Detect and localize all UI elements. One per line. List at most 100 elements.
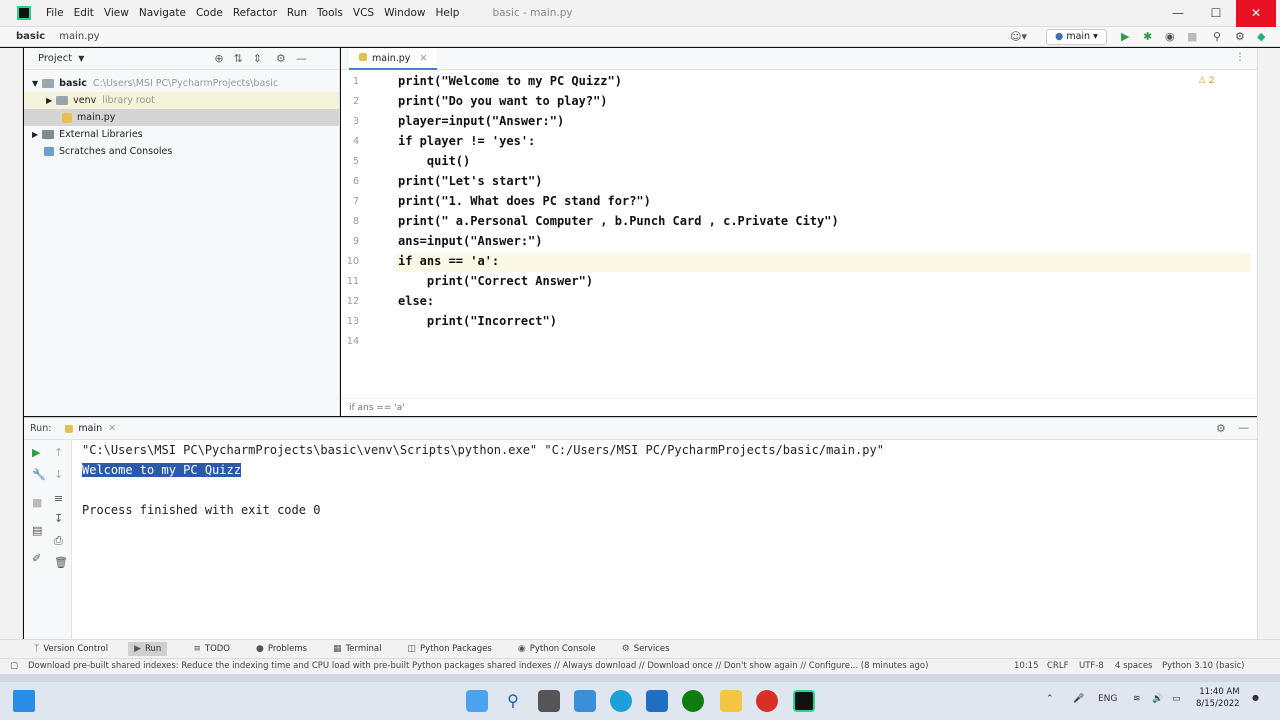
menu-run[interactable]: Run	[282, 0, 312, 27]
plugin-icon[interactable]: ◆	[1257, 30, 1265, 43]
code-line[interactable]: print("Incorrect")	[398, 314, 557, 328]
debug-icon[interactable]: ✱	[1143, 30, 1152, 43]
warnings-badge[interactable]: ⚠ 2	[1198, 76, 1215, 86]
code-line[interactable]: quit()	[398, 154, 470, 168]
menu-tools[interactable]: Tools	[312, 0, 348, 27]
minimize-icon[interactable]: —	[1158, 0, 1198, 27]
tool-tab-version-control[interactable]: ᛉ Version Control	[34, 644, 108, 654]
tool-tab-run[interactable]: ▶ Run	[128, 642, 168, 656]
tool-tab-python-packages[interactable]: ◫ Python Packages	[407, 644, 491, 654]
code-line[interactable]: ans=input("Answer:")	[398, 234, 543, 248]
breadcrumb-project[interactable]: basic	[0, 31, 45, 42]
explorer-window-icon[interactable]	[574, 690, 596, 712]
rerun-icon[interactable]: ▶	[32, 446, 40, 459]
notification-count[interactable]: ●	[1252, 693, 1259, 702]
tool-tab-python-console[interactable]: ◉ Python Console	[518, 644, 596, 654]
menu-help[interactable]: Help	[431, 0, 465, 27]
menu-vcs[interactable]: VCS	[348, 0, 379, 27]
run-icon[interactable]: ▶	[1121, 30, 1129, 43]
code-line[interactable]: print("Let's start")	[398, 174, 543, 188]
status-line-separator[interactable]: CRLF	[1047, 661, 1068, 671]
language-indicator[interactable]: ENG	[1098, 694, 1117, 704]
pycharm-taskbar-icon[interactable]	[793, 690, 815, 712]
menu-edit[interactable]: Edit	[69, 0, 99, 27]
stop-icon[interactable]: ■	[1187, 30, 1197, 43]
search-icon[interactable]: ⚲	[1213, 30, 1221, 43]
close-icon[interactable]: ✕	[1236, 0, 1276, 27]
volume-icon[interactable]: 🔊	[1152, 694, 1163, 704]
expand-chevron-icon[interactable]: ▼	[32, 79, 38, 88]
maximize-icon[interactable]: ☐	[1196, 0, 1236, 27]
status-encoding[interactable]: UTF-8	[1079, 661, 1104, 671]
taskbar-search-icon[interactable]: ⚲	[502, 690, 524, 712]
code-line[interactable]: if player != 'yes':	[398, 134, 535, 148]
microphone-icon[interactable]: 🎤	[1073, 694, 1084, 704]
stop-run-icon[interactable]: ■	[32, 496, 42, 509]
tool-tab-todo[interactable]: ≡ TODO	[193, 644, 230, 654]
tab-main-py[interactable]: main.py ✕	[349, 48, 438, 70]
panel-settings-icon[interactable]: ⚙	[276, 52, 286, 65]
tray-chevron-icon[interactable]: ⌃	[1046, 694, 1054, 704]
status-interpreter[interactable]: Python 3.10 (basic)	[1162, 661, 1245, 671]
coverage-icon[interactable]: ◉	[1165, 30, 1175, 43]
settings-gear-icon[interactable]: ⚙	[1235, 30, 1245, 43]
print-icon[interactable]: ⎙	[54, 534, 63, 548]
tree-row-external-libraries[interactable]: ▶ External Libraries	[24, 126, 339, 143]
run-tab-main[interactable]: main ✕	[65, 423, 116, 434]
tab-close-icon[interactable]: ✕	[419, 53, 427, 64]
scroll-down-icon[interactable]: ↓	[54, 468, 63, 481]
code-line[interactable]: if ans == 'a':	[398, 254, 499, 268]
editor-breadcrumb[interactable]: if ans == 'a'	[341, 398, 1257, 416]
pin-icon[interactable]: ✐	[32, 552, 41, 565]
code-line[interactable]: print("Welcome to my PC Quizz")	[398, 74, 622, 88]
trash-icon[interactable]: 🗑	[54, 556, 68, 569]
code-editor[interactable]: main.py ✕ ⋮ ⚠ 2 1 2 3 4 5 6 7 8 9 10 11 12 13 14 prin…	[341, 48, 1257, 416]
scroll-up-icon[interactable]: ↑	[54, 446, 63, 459]
run-config-select[interactable]: ● main ▾	[1046, 29, 1107, 45]
menu-view[interactable]: View	[99, 0, 134, 27]
run-hide-icon[interactable]: —	[1238, 421, 1249, 434]
wrench-icon[interactable]: 🔧	[32, 468, 46, 481]
collapse-all-icon[interactable]: ⇅	[234, 52, 243, 65]
menu-refactor[interactable]: Refactor	[228, 0, 282, 27]
tree-row-main-py[interactable]: main.py	[24, 109, 339, 126]
task-view-icon[interactable]	[538, 690, 560, 712]
windows-start-icon[interactable]	[13, 690, 35, 712]
tree-row-scratches[interactable]: Scratches and Consoles	[24, 143, 339, 160]
tree-row-venv[interactable]: ▶ venv library root	[24, 92, 339, 109]
code-line[interactable]: player=input("Answer:")	[398, 114, 564, 128]
run-settings-icon[interactable]: ⚙	[1216, 422, 1226, 435]
tool-tab-terminal[interactable]: ▦ Terminal	[333, 644, 381, 654]
code-line[interactable]: print("1. What does PC stand for?")	[398, 194, 651, 208]
code-line[interactable]: else:	[398, 294, 434, 308]
status-indent[interactable]: 4 spaces	[1115, 661, 1152, 671]
menu-file[interactable]: File	[41, 0, 69, 27]
more-tabs-icon[interactable]: ⋮	[1235, 52, 1245, 63]
tree-row-root[interactable]: ▼ basic C:\Users\MSI PC\PycharmProjects\…	[24, 75, 339, 92]
menu-navigate[interactable]: Navigate	[134, 0, 191, 27]
chevron-down-icon[interactable]: ▼	[78, 54, 84, 63]
collapse-chevron-icon[interactable]: ▶	[32, 130, 38, 139]
tool-tab-services[interactable]: ⚙ Services	[622, 644, 670, 654]
file-explorer-icon[interactable]	[720, 690, 742, 712]
project-panel-title[interactable]: Project	[38, 53, 72, 64]
store-icon[interactable]	[646, 690, 668, 712]
user-icon[interactable]: ☺▾	[1010, 30, 1027, 43]
hide-panel-icon[interactable]: —	[296, 52, 307, 65]
menu-window[interactable]: Window	[379, 0, 430, 27]
status-caret-position[interactable]: 10:15	[1014, 661, 1039, 671]
widgets-icon[interactable]	[466, 690, 488, 712]
wifi-icon[interactable]: ≋	[1133, 694, 1141, 704]
code-line[interactable]: print("Correct Answer")	[398, 274, 593, 288]
status-toggle-icon[interactable]: ▢	[10, 661, 18, 671]
scroll-to-end-icon[interactable]: ↧	[54, 512, 63, 525]
menu-code[interactable]: Code	[191, 0, 228, 27]
locate-icon[interactable]: ⊕	[214, 52, 223, 65]
breadcrumb-file[interactable]: main.py	[45, 31, 99, 42]
layout-icon[interactable]: ▤	[32, 524, 42, 537]
run-tab-close-icon[interactable]: ✕	[108, 423, 116, 434]
edge-browser-icon[interactable]	[610, 690, 632, 712]
tool-tab-problems[interactable]: ● Problems	[256, 644, 307, 654]
code-line[interactable]: print("Do you want to play?")	[398, 94, 608, 108]
status-message[interactable]: Download pre-built shared indexes: Reduc…	[28, 661, 928, 671]
